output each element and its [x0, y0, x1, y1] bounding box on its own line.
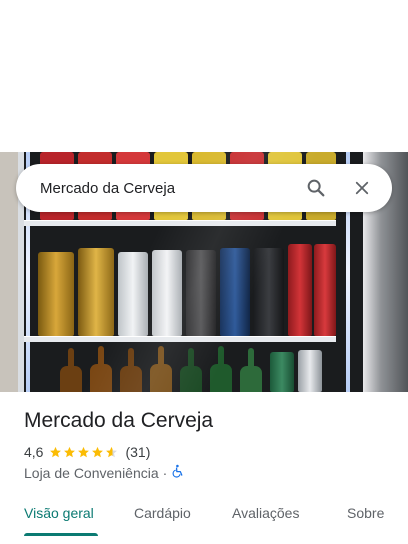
review-count[interactable]: (31): [125, 444, 150, 460]
star-icon: [64, 446, 76, 457]
search-bar[interactable]: Mercado da Cerveja: [16, 164, 392, 212]
star-icon: [92, 446, 104, 457]
category-label[interactable]: Loja de Conveniência: [24, 465, 159, 481]
star-icon: [106, 446, 118, 457]
rating-value: 4,6: [24, 444, 44, 460]
star-icon: [50, 446, 62, 457]
wheelchair-icon[interactable]: [171, 464, 185, 481]
close-icon[interactable]: [342, 168, 382, 208]
star-icon: [78, 446, 90, 457]
tab-about[interactable]: Sobre: [347, 505, 384, 521]
place-title: Mercado da Cerveja: [24, 409, 214, 432]
map-area-blank: [0, 0, 408, 152]
place-tabs: Visão geral Cardápio Avaliações Sobre: [0, 496, 408, 536]
tab-overview[interactable]: Visão geral: [24, 505, 94, 521]
search-input[interactable]: Mercado da Cerveja: [40, 180, 296, 197]
rating-row[interactable]: 4,6 (31): [24, 444, 150, 460]
category-row: Loja de Conveniência ·: [24, 464, 185, 481]
tab-reviews[interactable]: Avaliações: [232, 505, 299, 521]
active-tab-indicator: [24, 533, 98, 536]
tab-menu[interactable]: Cardápio: [134, 505, 191, 521]
rating-stars: [49, 446, 119, 459]
search-icon[interactable]: [296, 168, 336, 208]
separator-dot: ·: [162, 464, 168, 481]
